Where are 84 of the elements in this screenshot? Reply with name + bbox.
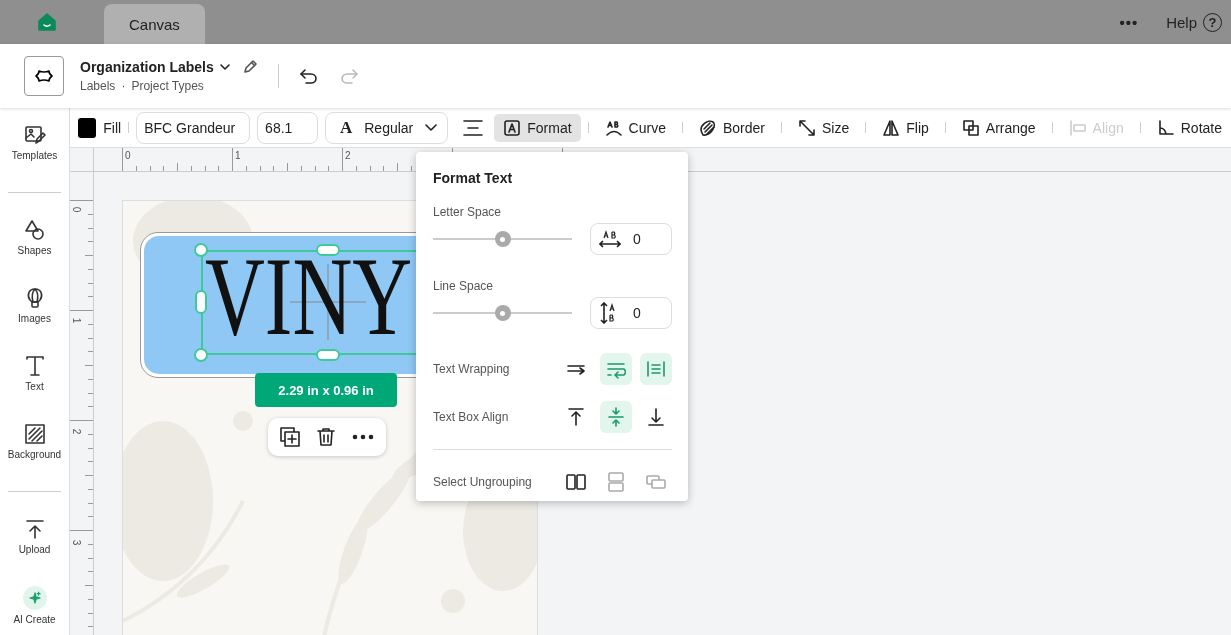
stacked-icon xyxy=(606,472,626,492)
ruler-number: 2 xyxy=(71,428,83,435)
toolbar-button[interactable]: Flip xyxy=(873,113,938,142)
shapes-icon xyxy=(23,219,46,241)
breadcrumb-separator: · xyxy=(121,79,126,93)
align-center-icon xyxy=(463,118,484,137)
ruler-number: 0 xyxy=(125,150,131,161)
toolbar-button[interactable]: Border xyxy=(689,113,774,142)
resize-handle[interactable] xyxy=(316,244,340,256)
project-icon-button[interactable] xyxy=(24,56,64,96)
sidebar-item[interactable]: Images xyxy=(0,287,69,355)
pencil-icon xyxy=(241,59,258,75)
redo-icon xyxy=(340,67,359,85)
toolbar-button[interactable]: Curve xyxy=(595,113,675,142)
option-label: Select Ungrouping xyxy=(433,475,532,489)
popup-title: Format Text xyxy=(433,170,514,186)
rotate-icon xyxy=(1156,118,1175,137)
style-dropdown[interactable]: A Regular xyxy=(324,111,449,144)
sidebar-item[interactable]: Upload xyxy=(0,518,69,586)
arrange-icon xyxy=(961,118,980,137)
ruler-number: 1 xyxy=(71,317,83,324)
sidebar-item[interactable]: Background xyxy=(0,423,69,491)
fill-label: Fill xyxy=(103,119,122,136)
align-top-icon xyxy=(566,407,586,427)
resize-icon xyxy=(798,118,816,137)
breadcrumb-link[interactable]: Labels xyxy=(80,79,116,93)
ruler-number: 2 xyxy=(345,150,351,161)
border-icon xyxy=(698,118,717,137)
slider-label: Line Space xyxy=(433,279,495,293)
spacing-value: 0 xyxy=(633,231,641,247)
dimension-badge: 2.29 in x 0.96 in xyxy=(255,373,397,407)
format-icon xyxy=(503,118,522,137)
font-field[interactable]: BFC Grandeur xyxy=(136,111,251,144)
duplicate-icon xyxy=(280,427,300,447)
background-icon xyxy=(23,423,46,445)
breadcrumb-link[interactable]: Project Types xyxy=(131,79,204,93)
sparkle-icon xyxy=(26,590,43,606)
trash-icon xyxy=(316,427,336,447)
slider-thumb[interactable] xyxy=(494,231,511,247)
letter-spacing-icon xyxy=(599,229,621,249)
spacing-field[interactable]: 0 xyxy=(590,223,672,255)
font-style-icon: A xyxy=(339,117,353,138)
sidebar-item[interactable]: Templates xyxy=(0,124,69,192)
canvas-text[interactable]: VINY xyxy=(205,240,413,352)
resize-handle[interactable] xyxy=(316,349,340,361)
slider-thumb[interactable] xyxy=(494,305,511,321)
tab[interactable]: Canvas xyxy=(104,4,205,44)
home-icon xyxy=(38,13,56,31)
toolbar-button[interactable]: Rotate xyxy=(1147,113,1231,142)
ruler-number: 3 xyxy=(71,539,83,546)
toolbar-button[interactable]: Format xyxy=(494,113,581,142)
sidebar-item[interactable]: Shapes xyxy=(0,219,69,287)
flip-icon xyxy=(882,118,901,137)
ruler-number: 1 xyxy=(235,150,241,161)
align-bottom-icon xyxy=(646,407,666,427)
templates-icon xyxy=(23,124,46,146)
justify-icon xyxy=(646,359,666,379)
sidebar-item[interactable]: Text xyxy=(0,355,69,423)
upload-icon xyxy=(23,518,46,540)
spacing-field[interactable]: 0 xyxy=(590,297,672,329)
spacing-value: 0 xyxy=(633,305,641,321)
align-icon xyxy=(1068,118,1087,137)
ruler-number: 0 xyxy=(71,206,83,213)
text-icon xyxy=(23,355,46,377)
chevron-down-icon xyxy=(219,63,230,71)
resize-handle[interactable] xyxy=(195,290,207,314)
sidebar-item[interactable]: AI Create xyxy=(0,586,69,635)
align-middle-icon xyxy=(606,407,626,427)
project-title[interactable]: Organization Labels xyxy=(80,59,214,75)
help-button[interactable]: Help ? xyxy=(1166,12,1222,32)
color-swatch[interactable] xyxy=(78,117,97,138)
toolbar-button[interactable]: Size xyxy=(789,113,859,142)
toolbar-button[interactable]: Arrange xyxy=(952,113,1045,142)
overlap-icon xyxy=(646,472,666,492)
slider-label: Letter Space xyxy=(433,205,503,219)
chevron-down-icon xyxy=(425,123,438,132)
option-label: Text Box Align xyxy=(433,410,509,424)
undo-icon xyxy=(298,67,317,85)
size-field[interactable]: 68.1 xyxy=(257,111,318,144)
option-label: Text Wrapping xyxy=(433,362,510,376)
more-button[interactable]: ••• xyxy=(1119,13,1153,31)
curve-icon xyxy=(604,118,623,137)
side-by-side-icon xyxy=(566,472,586,492)
label-shape-icon xyxy=(35,69,53,83)
